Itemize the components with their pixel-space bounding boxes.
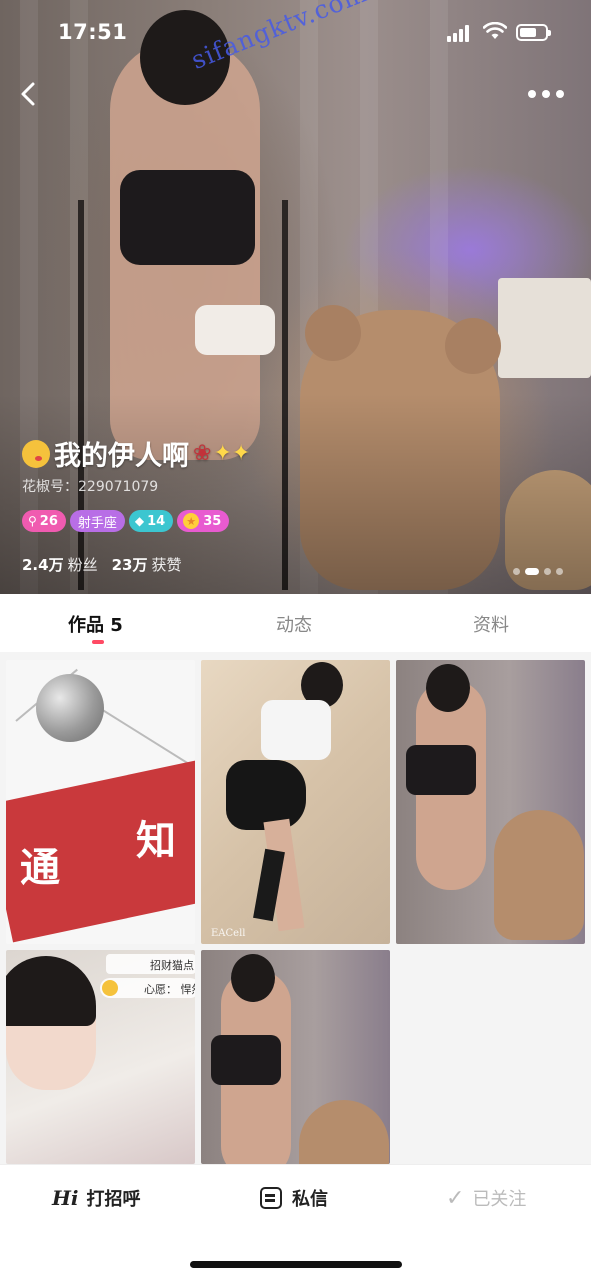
greet-button[interactable]: Hi 打招呼: [52, 1184, 141, 1212]
work-thumbnail[interactable]: 招财猫点 心愿： 悍然: [6, 950, 195, 1164]
profile-stats: 2.4万 粉丝 23万 获赞: [22, 554, 181, 575]
back-arrow-icon[interactable]: [14, 78, 44, 110]
likes-label: 获赞: [151, 556, 182, 574]
cellular-signal-icon: [447, 24, 473, 42]
person-shorts: [195, 305, 275, 355]
fans-label: 粉丝: [67, 556, 98, 574]
teddy-bear: [299, 1100, 389, 1164]
person-top: [120, 170, 255, 265]
likes-count: 23万: [111, 556, 148, 574]
home-indicator[interactable]: [190, 1261, 402, 1268]
person-top: [211, 1035, 281, 1085]
cat-emoji-icon: [102, 980, 118, 996]
fans-stat[interactable]: 2.4万 粉丝: [22, 554, 98, 575]
diamond-value: 14: [147, 513, 166, 529]
star-badge[interactable]: ★ 35: [177, 510, 230, 532]
status-bar: 17:51: [0, 0, 591, 70]
person-shirt: [261, 700, 331, 760]
profile-tabs: 作品 5 动态 资料: [0, 594, 591, 652]
work-thumbnail[interactable]: [201, 950, 390, 1164]
tab-works[interactable]: 作品 5: [68, 611, 123, 637]
check-icon: ✓: [446, 1185, 465, 1211]
profile-name-text: 我的伊人啊: [54, 441, 189, 472]
message-button[interactable]: 私信: [260, 1184, 328, 1212]
message-label: 私信: [292, 1189, 328, 1210]
profile-name: 我的伊人啊 ❀ ✦✦: [22, 434, 250, 473]
fans-count: 2.4万: [22, 556, 64, 574]
more-options-icon[interactable]: [528, 86, 566, 102]
level-value: 26: [39, 513, 58, 529]
person-top: [406, 745, 476, 795]
plant-pot: [498, 278, 591, 378]
level-icon: ⚲: [28, 514, 37, 528]
diamond-icon: ◆: [134, 514, 145, 528]
teddy-bear-ear: [445, 318, 501, 374]
works-grid: 通 知 EACell 招财猫点 心愿： 悍然: [0, 652, 591, 1164]
followed-button[interactable]: ✓ 已关注: [446, 1184, 526, 1212]
battery-icon: [516, 24, 551, 41]
hi-icon: Hi: [52, 1186, 79, 1210]
zodiac-badge[interactable]: 射手座: [69, 510, 125, 532]
followed-label: 已关注: [472, 1189, 527, 1210]
kiss-emoji-icon: [22, 439, 50, 468]
work-thumbnail[interactable]: [396, 660, 585, 944]
level-badge[interactable]: ⚲ 26: [22, 510, 66, 532]
pager-dot[interactable]: [544, 568, 551, 575]
greet-label: 打招呼: [86, 1189, 141, 1210]
work-thumbnail-notice[interactable]: 通 知: [6, 660, 195, 944]
overlay-label: 招财猫点: [106, 954, 195, 974]
thumbnail-watermark: EACell: [211, 928, 246, 939]
chat-icon: [260, 1187, 282, 1209]
person-hair: [231, 954, 275, 1002]
sparkle-emoji-icon: ✦✦: [213, 441, 251, 466]
notice-wire: [100, 708, 195, 769]
profile-hero-image[interactable]: sifangktv.com 17:51 我的伊人啊 ❀ ✦✦ 花椒号：22907…: [0, 0, 591, 594]
person-hair: [6, 956, 96, 1026]
tab-activity[interactable]: 动态: [276, 611, 312, 637]
teddy-bear-ear: [305, 305, 361, 361]
likes-stat[interactable]: 23万 获赞: [112, 554, 182, 575]
notice-pin: [36, 674, 104, 742]
person-hair: [426, 664, 470, 712]
rose-emoji-icon: ❀: [193, 441, 212, 466]
huajiao-id: 花椒号：229071079: [22, 479, 159, 495]
diamond-badge[interactable]: ◆ 14: [128, 510, 174, 532]
active-tab-indicator: [92, 640, 104, 644]
person-skirt: [226, 760, 306, 830]
photo-pager: [513, 568, 563, 575]
notice-text: 知: [136, 818, 176, 864]
pager-dot[interactable]: [556, 568, 563, 575]
work-thumbnail[interactable]: EACell: [201, 660, 390, 944]
pager-dot[interactable]: [513, 568, 520, 575]
wifi-icon: [483, 22, 507, 39]
star-icon: ★: [183, 513, 200, 529]
status-time: 17:51: [58, 20, 128, 44]
profile-badges: ⚲ 26 射手座 ◆ 14 ★ 35: [22, 510, 230, 532]
pager-dot-active[interactable]: [525, 568, 539, 575]
teddy-bear: [494, 810, 584, 940]
tab-profile-info[interactable]: 资料: [473, 611, 509, 637]
star-value: 35: [203, 513, 222, 529]
notice-text: 通: [20, 845, 60, 891]
bottom-action-bar: Hi 打招呼 私信 ✓ 已关注: [0, 1164, 591, 1280]
